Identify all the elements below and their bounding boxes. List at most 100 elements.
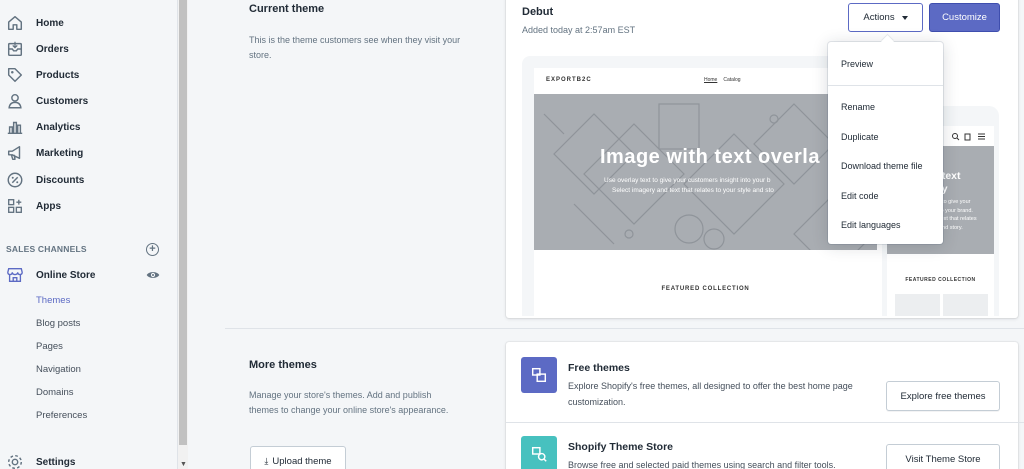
theme-store-title: Shopify Theme Store	[568, 441, 674, 453]
mobile-product-tile	[943, 294, 988, 316]
mobile-hero-sub-line: and story.	[939, 224, 963, 231]
megaphone-icon	[7, 145, 21, 161]
sidebar-item-home[interactable]: Home	[0, 10, 178, 36]
sidebar-item-label: Marketing	[36, 147, 84, 159]
menu-divider	[828, 85, 943, 86]
mobile-featured-heading: FEATURED COLLECTION	[905, 277, 976, 283]
preview-hero-image: Image with text overla Use overlay text …	[534, 94, 877, 250]
menu-item-edit-code[interactable]: Edit code	[841, 191, 879, 201]
sidebar-subitem-themes[interactable]: Themes	[36, 295, 70, 306]
preview-hero-sub-line-2: Select imagery and text that relates to …	[612, 187, 774, 194]
mobile-hero-sub-line: t to give your	[939, 199, 971, 205]
menu-item-duplicate[interactable]: Duplicate	[841, 132, 879, 142]
mobile-hero-sub-line: text that relates	[939, 216, 977, 222]
sidebar-subitem-pages[interactable]: Pages	[36, 341, 63, 352]
orders-icon	[7, 41, 23, 57]
customize-label: Customize	[942, 12, 987, 23]
menu-item-edit-languages[interactable]: Edit languages	[841, 220, 901, 230]
actions-label: Actions	[863, 12, 895, 23]
upload-theme-label: Upload theme	[272, 455, 332, 467]
hero-pattern	[543, 103, 875, 250]
sales-channels-header: SALES CHANNELS	[6, 244, 87, 254]
preview-nav-home: Home	[704, 77, 718, 83]
sidebar-item-label: Analytics	[36, 121, 81, 133]
theme-name: Debut	[522, 6, 554, 18]
scroll-down-icon[interactable]: ▼	[180, 461, 187, 468]
apps-icon	[8, 199, 22, 213]
sidebar-subitem-navigation[interactable]: Navigation	[36, 364, 81, 375]
sidebar-item-label: Products	[36, 69, 80, 81]
sidebar-item-marketing[interactable]: Marketing	[0, 140, 178, 166]
sidebar-item-analytics[interactable]: Analytics	[0, 114, 178, 140]
mobile-product-tile	[895, 294, 940, 316]
menu-item-download-theme-file[interactable]: Download theme file	[841, 161, 923, 171]
desktop-preview: EXPORTB2C Home Catalog Image with text o…	[522, 56, 877, 316]
explore-free-themes-button[interactable]: Explore free themes	[886, 381, 1000, 411]
theme-added-date: Added today at 2:57am EST	[522, 25, 636, 35]
discount-icon	[7, 172, 23, 188]
customize-button[interactable]: Customize	[929, 3, 1000, 32]
home-icon	[7, 15, 23, 31]
sidebar-item-settings[interactable]: Settings	[0, 449, 178, 469]
sidebar-item-label: Customers	[36, 95, 89, 107]
mobile-hero-subtitle: t to give your to your brand. text that …	[939, 198, 977, 232]
preview-hero-title: Image with text overla	[600, 146, 820, 168]
theme-search-icon	[531, 446, 547, 462]
theme-store-icon	[521, 436, 557, 469]
sidebar-item-label: Home	[36, 17, 64, 29]
desktop-preview-page: EXPORTB2C Home Catalog Image with text o…	[534, 68, 877, 316]
mobile-hero-sub-line: to your brand.	[939, 207, 973, 214]
tag-icon	[7, 67, 23, 83]
visit-theme-store-label: Visit Theme Store	[905, 453, 981, 465]
bar-chart-icon	[7, 121, 23, 135]
upload-theme-button[interactable]: ⤓ Upload theme	[250, 446, 346, 469]
more-themes-title: More themes	[249, 359, 317, 371]
menu-item-rename[interactable]: Rename	[841, 102, 875, 112]
explore-free-themes-label: Explore free themes	[900, 390, 986, 402]
actions-button[interactable]: Actions	[848, 3, 923, 32]
theme-store-description: Browse free and selected paid themes usi…	[568, 460, 836, 469]
sidebar: Home Orders Products Customers Analytics…	[0, 0, 178, 469]
sidebar-item-label: Settings	[36, 456, 76, 468]
free-themes-title: Free themes	[568, 362, 630, 374]
plus-icon: +	[149, 243, 156, 255]
sidebar-item-discounts[interactable]: Discounts	[0, 167, 178, 193]
free-themes-description: Explore Shopify's free themes, all desig…	[568, 381, 853, 407]
theme-icon	[531, 367, 547, 383]
preview-hero-subtitle: Use overlay text to give your customers …	[604, 176, 774, 196]
actions-dropdown-menu: Preview Rename Duplicate Download theme …	[828, 42, 943, 244]
gear-icon	[7, 454, 23, 469]
sidebar-subitem-preferences[interactable]: Preferences	[36, 410, 87, 421]
visit-theme-store-button[interactable]: Visit Theme Store	[886, 444, 1000, 469]
sidebar-item-apps[interactable]: Apps	[0, 193, 178, 219]
upload-icon: ⤓	[264, 455, 269, 466]
sidebar-scrollbar[interactable]: ▲ ▼	[178, 0, 188, 469]
preview-featured-heading: FEATURED COLLECTION	[661, 286, 750, 292]
sidebar-item-label: Discounts	[36, 174, 85, 186]
preview-nav: Home Catalog	[704, 77, 747, 83]
sidebar-subitem-domains[interactable]: Domains	[36, 387, 74, 398]
preview-nav-catalog: Catalog	[723, 77, 741, 83]
sidebar-item-orders[interactable]: Orders	[0, 36, 178, 62]
section-divider	[225, 328, 1024, 329]
free-themes-icon	[521, 357, 557, 393]
preview-hero-sub-line-1: Use overlay text to give your customers …	[604, 177, 771, 184]
eye-icon[interactable]	[146, 270, 160, 280]
caret-down-icon	[901, 15, 908, 20]
store-icon	[7, 268, 23, 282]
sidebar-item-label: Apps	[36, 200, 61, 212]
sidebar-subitem-blog-posts[interactable]: Blog posts	[36, 318, 80, 329]
current-theme-title: Current theme	[249, 3, 325, 15]
more-themes-divider	[506, 422, 1024, 423]
current-theme-description: This is the theme customers see when the…	[249, 35, 461, 60]
add-channel-button[interactable]: +	[146, 243, 159, 256]
scrollbar-thumb[interactable]	[179, 0, 187, 445]
sidebar-item-customers[interactable]: Customers	[0, 88, 178, 114]
mobile-header-icons	[952, 133, 985, 141]
person-icon	[8, 93, 22, 109]
menu-item-preview[interactable]: Preview	[841, 59, 873, 69]
more-themes-description: Manage your store's themes. Add and publ…	[249, 390, 449, 415]
sidebar-item-label: Online Store	[36, 269, 96, 281]
store-logo: EXPORTB2C	[546, 77, 592, 83]
sidebar-item-products[interactable]: Products	[0, 62, 178, 88]
